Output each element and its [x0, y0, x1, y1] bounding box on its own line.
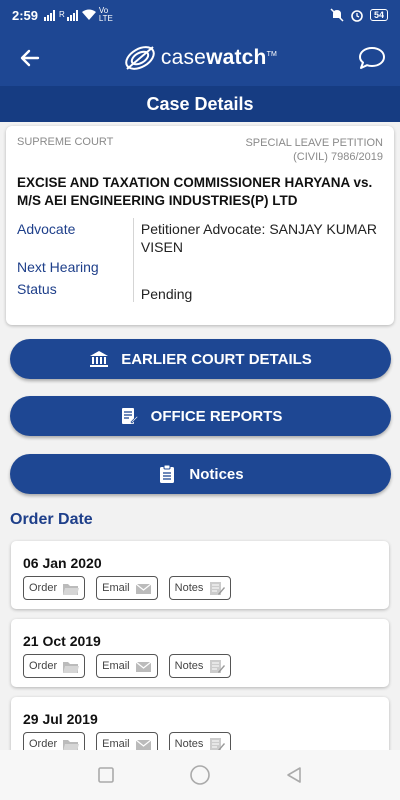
clipboard-icon: [160, 464, 175, 483]
case-type-line1: SPECIAL LEAVE PETITION: [245, 137, 383, 149]
email-chip-label: Email: [102, 582, 130, 594]
folder-icon: [63, 739, 80, 750]
home-circle-icon[interactable]: [189, 764, 211, 786]
order-chip-label: Order: [29, 582, 58, 594]
office-reports-label: OFFICE REPORTS: [150, 407, 283, 425]
notices-button[interactable]: Notices: [10, 454, 391, 494]
mute-icon: [330, 8, 344, 22]
order-date: 21 Oct 2019: [23, 633, 101, 649]
order-chip[interactable]: Order: [23, 576, 86, 600]
app-bar: casewatchTM: [0, 30, 400, 86]
signal-icon: [44, 9, 56, 21]
email-chip-label: Email: [102, 738, 130, 750]
email-chip[interactable]: Email: [96, 732, 158, 750]
folder-icon: [63, 583, 80, 595]
advocate-value: Petitioner Advocate: SANJAY KUMAR VISEN: [140, 221, 377, 255]
status-value: Pending: [140, 286, 193, 302]
signal-icon-2: [66, 9, 78, 21]
order-chip[interactable]: Order: [23, 654, 86, 678]
advocate-label: Advocate: [17, 221, 76, 237]
status-bar: 2:59 R Vo LTE 54: [0, 0, 400, 30]
alarm-icon: [351, 10, 363, 22]
logo-tm: TM: [266, 51, 278, 58]
logo-mark-icon: [125, 46, 155, 70]
order-date: 06 Jan 2020: [23, 555, 102, 571]
report-icon: [121, 408, 139, 424]
email-chip[interactable]: Email: [96, 576, 158, 600]
order-date: 29 Jul 2019: [23, 711, 98, 727]
notes-chip[interactable]: Notes: [168, 576, 232, 600]
order-card: 06 Jan 2020 Order Email Notes: [11, 541, 389, 609]
order-chip[interactable]: Order: [23, 732, 86, 750]
chat-bubble-icon[interactable]: [358, 44, 386, 72]
app-logo: casewatchTM: [123, 43, 277, 73]
network-label: R: [59, 10, 65, 19]
volte-label: Vo LTE: [98, 6, 113, 23]
next-hearing-label: Next Hearing: [17, 259, 99, 275]
next-hearing-value: [141, 262, 383, 282]
recents-square-icon[interactable]: [97, 766, 115, 784]
notes-chip-label: Notes: [174, 582, 204, 594]
folder-icon: [63, 661, 80, 673]
order-chip-label: Order: [29, 738, 58, 750]
order-date-heading: Order Date: [10, 511, 93, 528]
bank-icon: [90, 351, 109, 367]
mail-icon: [135, 739, 152, 750]
office-reports-button[interactable]: OFFICE REPORTS: [10, 396, 391, 436]
notes-icon: [210, 659, 226, 673]
system-nav-bar: [0, 750, 400, 800]
earlier-court-details-button[interactable]: EARLIER COURT DETAILS: [10, 339, 391, 379]
notices-label: Notices: [189, 465, 244, 483]
court-name: SUPREME COURT: [17, 136, 114, 148]
logo-text-light: case: [160, 46, 207, 69]
notes-chip-label: Notes: [174, 660, 204, 672]
mail-icon: [135, 661, 152, 672]
order-chip-label: Order: [29, 660, 58, 672]
order-card: 21 Oct 2019 Order Email Notes: [11, 619, 389, 687]
status-time: 2:59: [12, 7, 39, 23]
email-chip[interactable]: Email: [96, 654, 158, 678]
email-chip-label: Email: [102, 660, 130, 672]
status-label: Status: [17, 281, 57, 297]
earlier-court-details-label: EARLIER COURT DETAILS: [121, 350, 312, 368]
back-triangle-icon[interactable]: [285, 766, 303, 784]
page-title: Case Details: [0, 86, 400, 122]
notes-icon: [210, 581, 226, 595]
mail-icon: [135, 583, 152, 594]
battery-icon: 54: [369, 9, 388, 21]
notes-chip[interactable]: Notes: [168, 732, 232, 750]
case-parties: EXCISE AND TAXATION COMMISSIONER HARYANA…: [17, 175, 373, 208]
case-card: SUPREME COURT SPECIAL LEAVE PETITION (CIV…: [6, 126, 394, 325]
wifi-icon: [81, 9, 96, 20]
notes-chip[interactable]: Notes: [168, 654, 232, 678]
logo-text-bold: watch: [206, 46, 267, 69]
order-card: 29 Jul 2019 Order Email Notes: [11, 697, 389, 750]
notes-icon: [210, 737, 226, 750]
order-list[interactable]: 06 Jan 2020 Order Email Notes 21 Oct 201…: [0, 536, 400, 750]
back-arrow-icon[interactable]: [16, 44, 44, 72]
case-type-line2: (CIVIL) 7986/2019: [293, 151, 383, 163]
notes-chip-label: Notes: [174, 738, 204, 750]
